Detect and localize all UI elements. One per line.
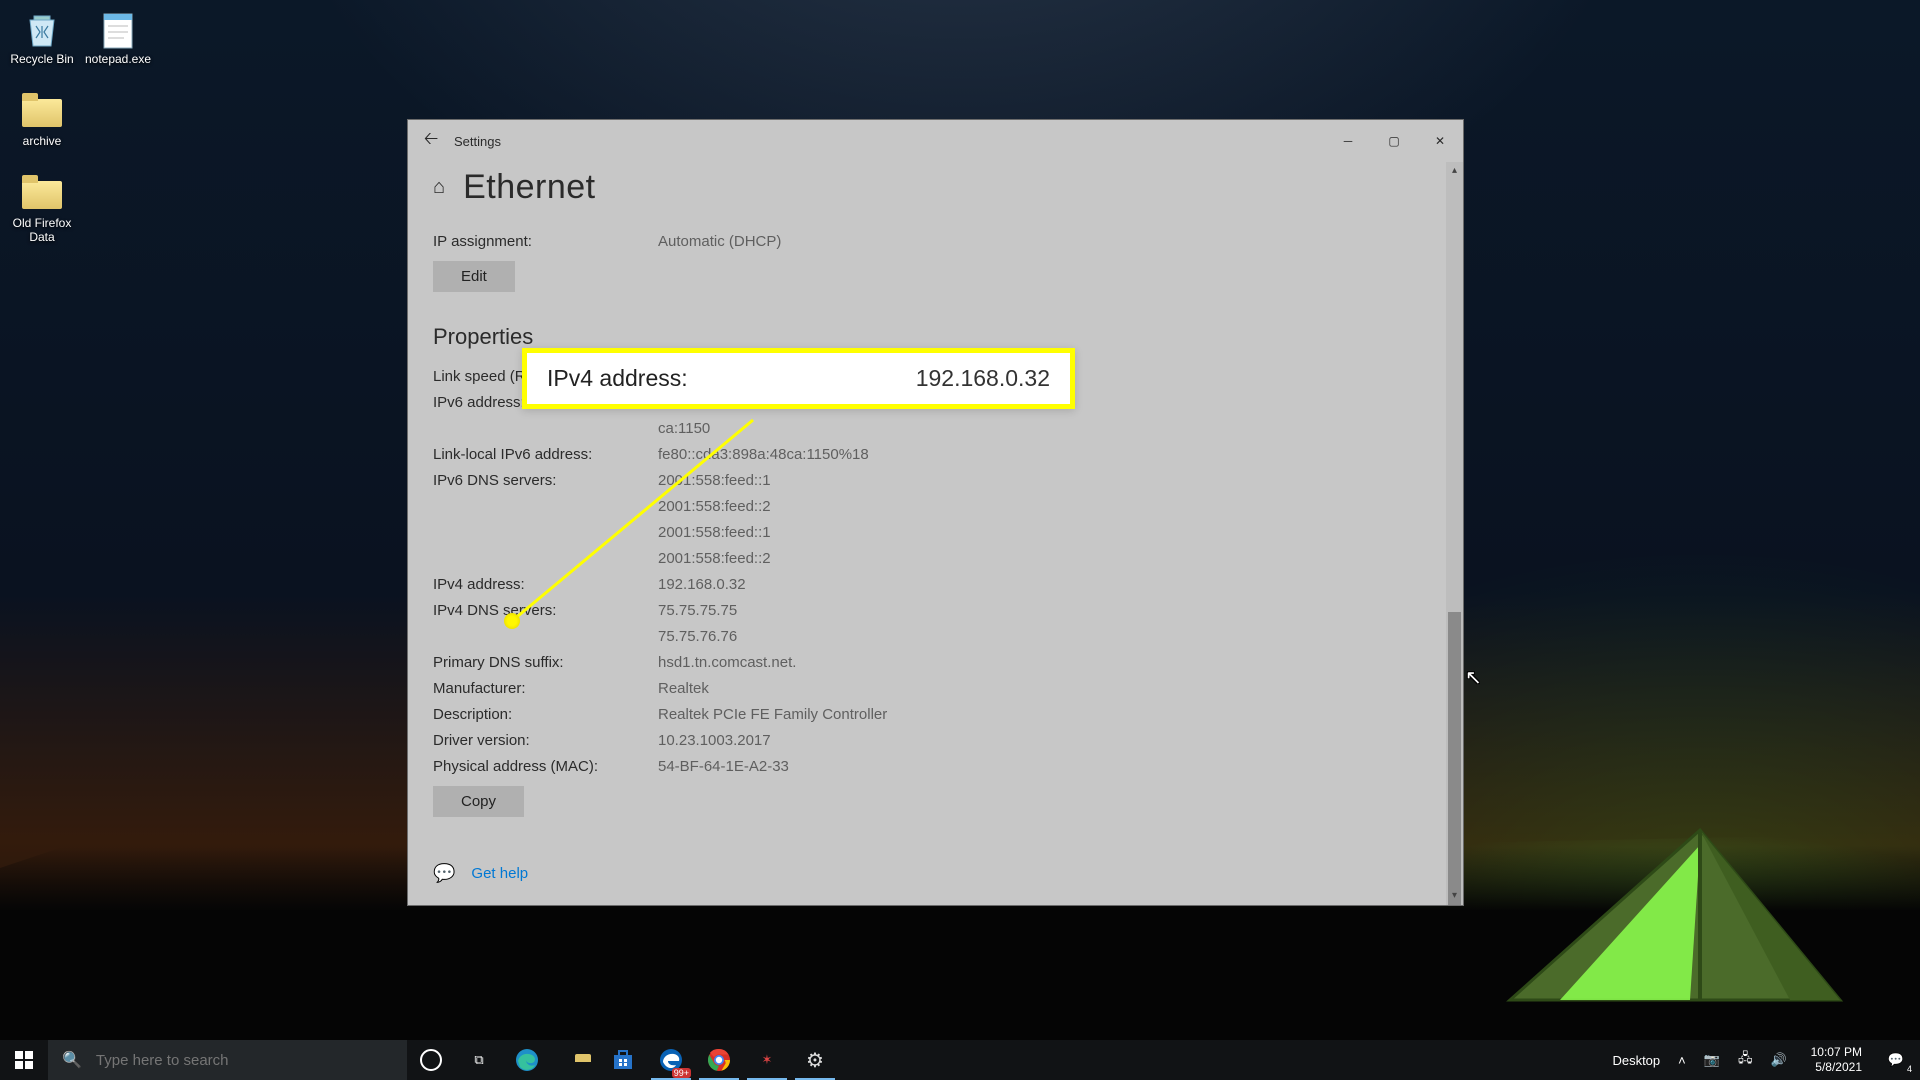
page-title: Ethernet: [463, 168, 596, 207]
notification-badge: 4: [1907, 1064, 1912, 1074]
description-value: Realtek PCIe FE Family Controller: [658, 702, 887, 728]
scroll-thumb[interactable]: [1448, 612, 1461, 905]
ipv6-dns-value: 2001:558:feed::2: [658, 550, 771, 567]
gear-icon: ⚙: [806, 1048, 824, 1073]
chevron-up-icon: ˄: [1678, 1053, 1686, 1068]
edge-badge: 99+: [672, 1068, 691, 1078]
volume-icon: 🔊: [1770, 1052, 1786, 1068]
chat-icon: 💬: [433, 863, 455, 884]
taskbar-app-chrome[interactable]: [695, 1040, 743, 1080]
chrome-icon: [707, 1048, 731, 1072]
linklocal-ipv6-label: Link-local IPv6 address:: [433, 442, 658, 468]
ipv6-address-value-cont: ca:1150: [658, 420, 710, 437]
taskbar-app-edge-legacy[interactable]: 99+: [647, 1040, 695, 1080]
taskbar-app-settings[interactable]: ⚙: [791, 1040, 839, 1080]
ipv4-dns-value: 75.75.75.75: [658, 602, 737, 619]
close-button[interactable]: ✕: [1417, 120, 1463, 162]
ipv4-address-value: 192.168.0.32: [658, 572, 746, 598]
back-button[interactable]: 🡠: [408, 126, 454, 156]
folder-icon: [19, 94, 65, 132]
manufacturer-label: Manufacturer:: [433, 676, 658, 702]
ipv4-callout-value: 192.168.0.32: [916, 365, 1050, 392]
ipv4-dns-label: IPv4 DNS servers:: [433, 598, 658, 650]
microsoft-store-icon: [611, 1048, 635, 1072]
ipv6-dns-value: 2001:558:feed::1: [658, 524, 771, 541]
scroll-up-button[interactable]: ▴: [1446, 162, 1463, 180]
minimize-button[interactable]: ─: [1325, 120, 1371, 162]
taskbar-app-unknown[interactable]: ✶: [743, 1040, 791, 1080]
task-view-button[interactable]: ⧉: [455, 1040, 503, 1080]
ipv4-callout: IPv4 address: 192.168.0.32: [522, 348, 1075, 409]
notepad-icon: [95, 12, 141, 50]
taskbar-app-store[interactable]: [599, 1040, 647, 1080]
edit-button[interactable]: Edit: [433, 261, 515, 292]
meet-now-icon: 📷: [1704, 1052, 1720, 1068]
dns-suffix-value: hsd1.tn.comcast.net.: [658, 650, 796, 676]
mac-address-label: Physical address (MAC):: [433, 754, 658, 780]
clock-time: 10:07 PM: [1811, 1045, 1862, 1060]
ip-assignment-label: IP assignment:: [433, 229, 658, 255]
tray-meet-now[interactable]: 📷: [1696, 1040, 1728, 1080]
app-icon: ✶: [762, 1052, 773, 1068]
driver-version-value: 10.23.1003.2017: [658, 728, 771, 754]
desktop-icon-notepad[interactable]: notepad.exe: [80, 8, 156, 90]
linklocal-ipv6-value: fe80::cda3:898a:48ca:1150%18: [658, 442, 869, 468]
ipv4-address-label: IPv4 address:: [433, 572, 658, 598]
recycle-bin-icon: [19, 12, 65, 50]
ipv6-dns-label: IPv6 DNS servers:: [433, 468, 658, 572]
titlebar[interactable]: 🡠 Settings ─ ▢ ✕: [408, 120, 1463, 162]
window-title: Settings: [454, 134, 501, 149]
ipv6-dns-value: 2001:558:feed::2: [658, 498, 771, 515]
folder-icon: [19, 176, 65, 214]
ipv4-callout-label: IPv4 address:: [547, 365, 688, 392]
manufacturer-value: Realtek: [658, 676, 709, 702]
desktop-icon-old-firefox-data[interactable]: Old Firefox Data: [4, 172, 80, 254]
search-icon: 🔍: [62, 1050, 82, 1070]
search-box[interactable]: 🔍: [48, 1040, 407, 1080]
desktop-icon-archive[interactable]: archive: [4, 90, 80, 172]
taskbar: 🔍 ⧉ 99+ ✶ ⚙ Desktop ˄ 📷 🖧 🔊 10:07 PM 5/8…: [0, 1040, 1920, 1080]
description-label: Description:: [433, 702, 658, 728]
action-center-button[interactable]: 💬 4: [1872, 1040, 1920, 1080]
edge-icon: [514, 1047, 540, 1073]
desktop-icon-recycle-bin[interactable]: Recycle Bin: [4, 8, 80, 90]
tray-desktop-label[interactable]: Desktop: [1604, 1040, 1668, 1080]
taskbar-clock[interactable]: 10:07 PM 5/8/2021: [1801, 1040, 1872, 1080]
copy-button[interactable]: Copy: [433, 786, 524, 817]
windows-logo-icon: [15, 1051, 33, 1069]
network-icon: 🖧: [1738, 1049, 1753, 1071]
settings-window: 🡠 Settings ─ ▢ ✕ ⌂ Ethernet IP assignmen…: [408, 120, 1463, 905]
driver-version-label: Driver version:: [433, 728, 658, 754]
tray-overflow-button[interactable]: ˄: [1670, 1040, 1694, 1080]
clock-date: 5/8/2021: [1811, 1060, 1862, 1075]
ipv4-dns-value: 75.75.76.76: [658, 628, 737, 645]
home-icon[interactable]: ⌂: [433, 176, 445, 199]
ipv6-dns-value: 2001:558:feed::1: [658, 472, 771, 489]
mac-address-value: 54-BF-64-1E-A2-33: [658, 754, 789, 780]
taskbar-app-edge[interactable]: [503, 1040, 551, 1080]
tray-network[interactable]: 🖧: [1730, 1040, 1761, 1080]
start-button[interactable]: [0, 1040, 48, 1080]
properties-heading: Properties: [433, 324, 1438, 350]
search-input[interactable]: [94, 1051, 358, 1070]
desktop-icon-label: Old Firefox Data: [4, 216, 80, 244]
tray-volume[interactable]: 🔊: [1762, 1040, 1794, 1080]
task-view-icon: ⧉: [474, 1052, 483, 1068]
cortana-icon: [420, 1049, 442, 1071]
get-help-link[interactable]: 💬 Get help: [433, 863, 1438, 884]
desktop-icon-label: archive: [4, 134, 80, 148]
ip-assignment-value: Automatic (DHCP): [658, 229, 781, 255]
cortana-button[interactable]: [407, 1040, 455, 1080]
desktop-icon-label: notepad.exe: [80, 52, 156, 66]
maximize-button[interactable]: ▢: [1371, 120, 1417, 162]
taskbar-app-file-explorer[interactable]: [551, 1040, 599, 1080]
get-help-label: Get help: [471, 865, 528, 882]
scroll-down-button[interactable]: ▾: [1446, 887, 1463, 905]
desktop-icon-label: Recycle Bin: [4, 52, 80, 66]
scrollbar[interactable]: ▴ ▾: [1446, 162, 1463, 905]
dns-suffix-label: Primary DNS suffix:: [433, 650, 658, 676]
notification-icon: 💬: [1888, 1052, 1904, 1068]
